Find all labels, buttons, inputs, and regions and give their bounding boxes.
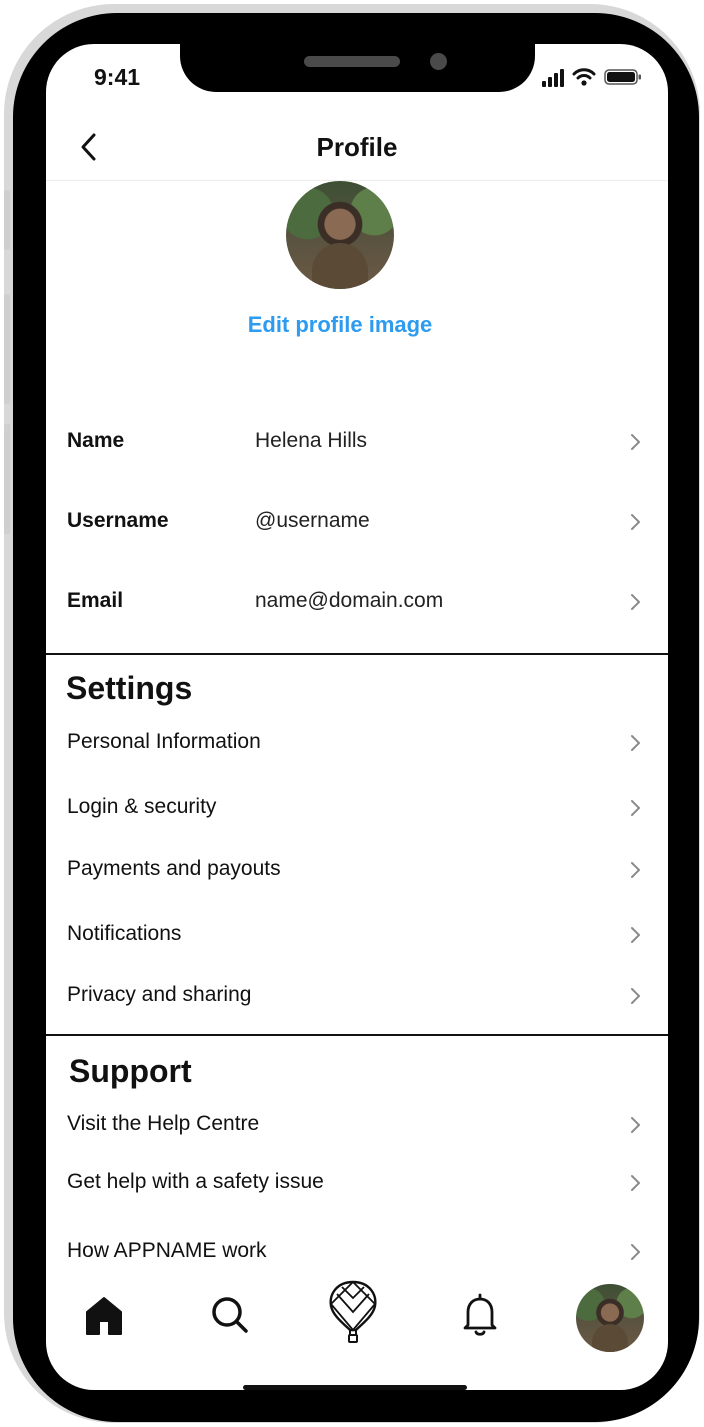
avatar-figure: [592, 1324, 628, 1352]
search-icon[interactable]: [200, 1284, 260, 1344]
field-value: name@domain.com: [255, 589, 444, 612]
menu-item-label: Notifications: [67, 922, 182, 945]
battery-icon: [604, 69, 641, 85]
field-row-email[interactable]: Email name@domain.com: [46, 576, 668, 628]
settings-item-notifications[interactable]: Notifications: [46, 909, 668, 961]
edit-profile-image-link[interactable]: Edit profile image: [46, 312, 634, 338]
field-value: @username: [255, 509, 370, 532]
chevron-right-icon: [631, 1175, 640, 1191]
settings-heading: Settings: [66, 670, 193, 706]
signal-icon: [542, 69, 564, 87]
menu-item-label: Login & security: [67, 795, 217, 818]
screen: 9:41 Profile Edit profile image Name Hel…: [46, 44, 668, 1390]
field-value: Helena Hills: [255, 429, 368, 452]
front-camera: [430, 53, 447, 70]
speaker-grille: [304, 56, 400, 67]
profile-tab-avatar[interactable]: [576, 1284, 644, 1352]
field-label: Username: [67, 509, 169, 532]
notch: [180, 44, 535, 92]
menu-item-label: Personal Information: [67, 730, 261, 753]
settings-item-payments[interactable]: Payments and payouts: [46, 844, 668, 896]
menu-item-label: Payments and payouts: [67, 857, 281, 880]
menu-item-label: Visit the Help Centre: [67, 1112, 260, 1135]
support-item-safety-issue[interactable]: Get help with a safety issue: [46, 1157, 668, 1209]
settings-item-personal-information[interactable]: Personal Information: [46, 717, 668, 769]
field-row-username[interactable]: Username @username: [46, 496, 668, 548]
chevron-right-icon: [631, 862, 640, 878]
chevron-right-icon: [631, 1117, 640, 1133]
profile-avatar[interactable]: [286, 181, 394, 289]
field-row-name[interactable]: Name Helena Hills: [46, 416, 668, 468]
tab-bar: [46, 1274, 668, 1364]
status-icons: [542, 65, 642, 87]
chevron-right-icon: [631, 434, 640, 450]
chevron-right-icon: [631, 800, 640, 816]
field-label: Name: [67, 429, 125, 452]
menu-item-label: How APPNAME work: [67, 1239, 267, 1262]
chevron-right-icon: [631, 1244, 640, 1260]
header: Profile: [46, 124, 668, 181]
field-label: Email: [67, 589, 124, 612]
support-item-how-it-works[interactable]: How APPNAME work: [46, 1226, 668, 1278]
balloon-icon[interactable]: [322, 1278, 384, 1348]
settings-item-privacy-sharing[interactable]: Privacy and sharing: [46, 970, 668, 1022]
avatar-figure: [312, 243, 368, 289]
device: 9:41 Profile Edit profile image Name Hel…: [0, 0, 704, 1427]
chevron-right-icon: [631, 594, 640, 610]
bell-icon[interactable]: [450, 1284, 510, 1344]
menu-item-label: Privacy and sharing: [67, 983, 252, 1006]
section-divider: [46, 1034, 668, 1036]
menu-item-label: Get help with a safety issue: [67, 1170, 324, 1193]
chevron-right-icon: [631, 988, 640, 1004]
support-heading: Support: [69, 1053, 192, 1089]
support-item-help-centre[interactable]: Visit the Help Centre: [46, 1099, 668, 1151]
section-divider: [46, 653, 668, 655]
chevron-right-icon: [631, 927, 640, 943]
wifi-icon: [572, 68, 596, 86]
chevron-right-icon: [631, 514, 640, 530]
chevron-right-icon: [631, 735, 640, 751]
home-icon[interactable]: [74, 1284, 134, 1344]
home-indicator: [243, 1385, 467, 1390]
status-time: 9:41: [94, 64, 141, 90]
page-title: Profile: [316, 132, 398, 162]
settings-item-login-security[interactable]: Login & security: [46, 782, 668, 834]
